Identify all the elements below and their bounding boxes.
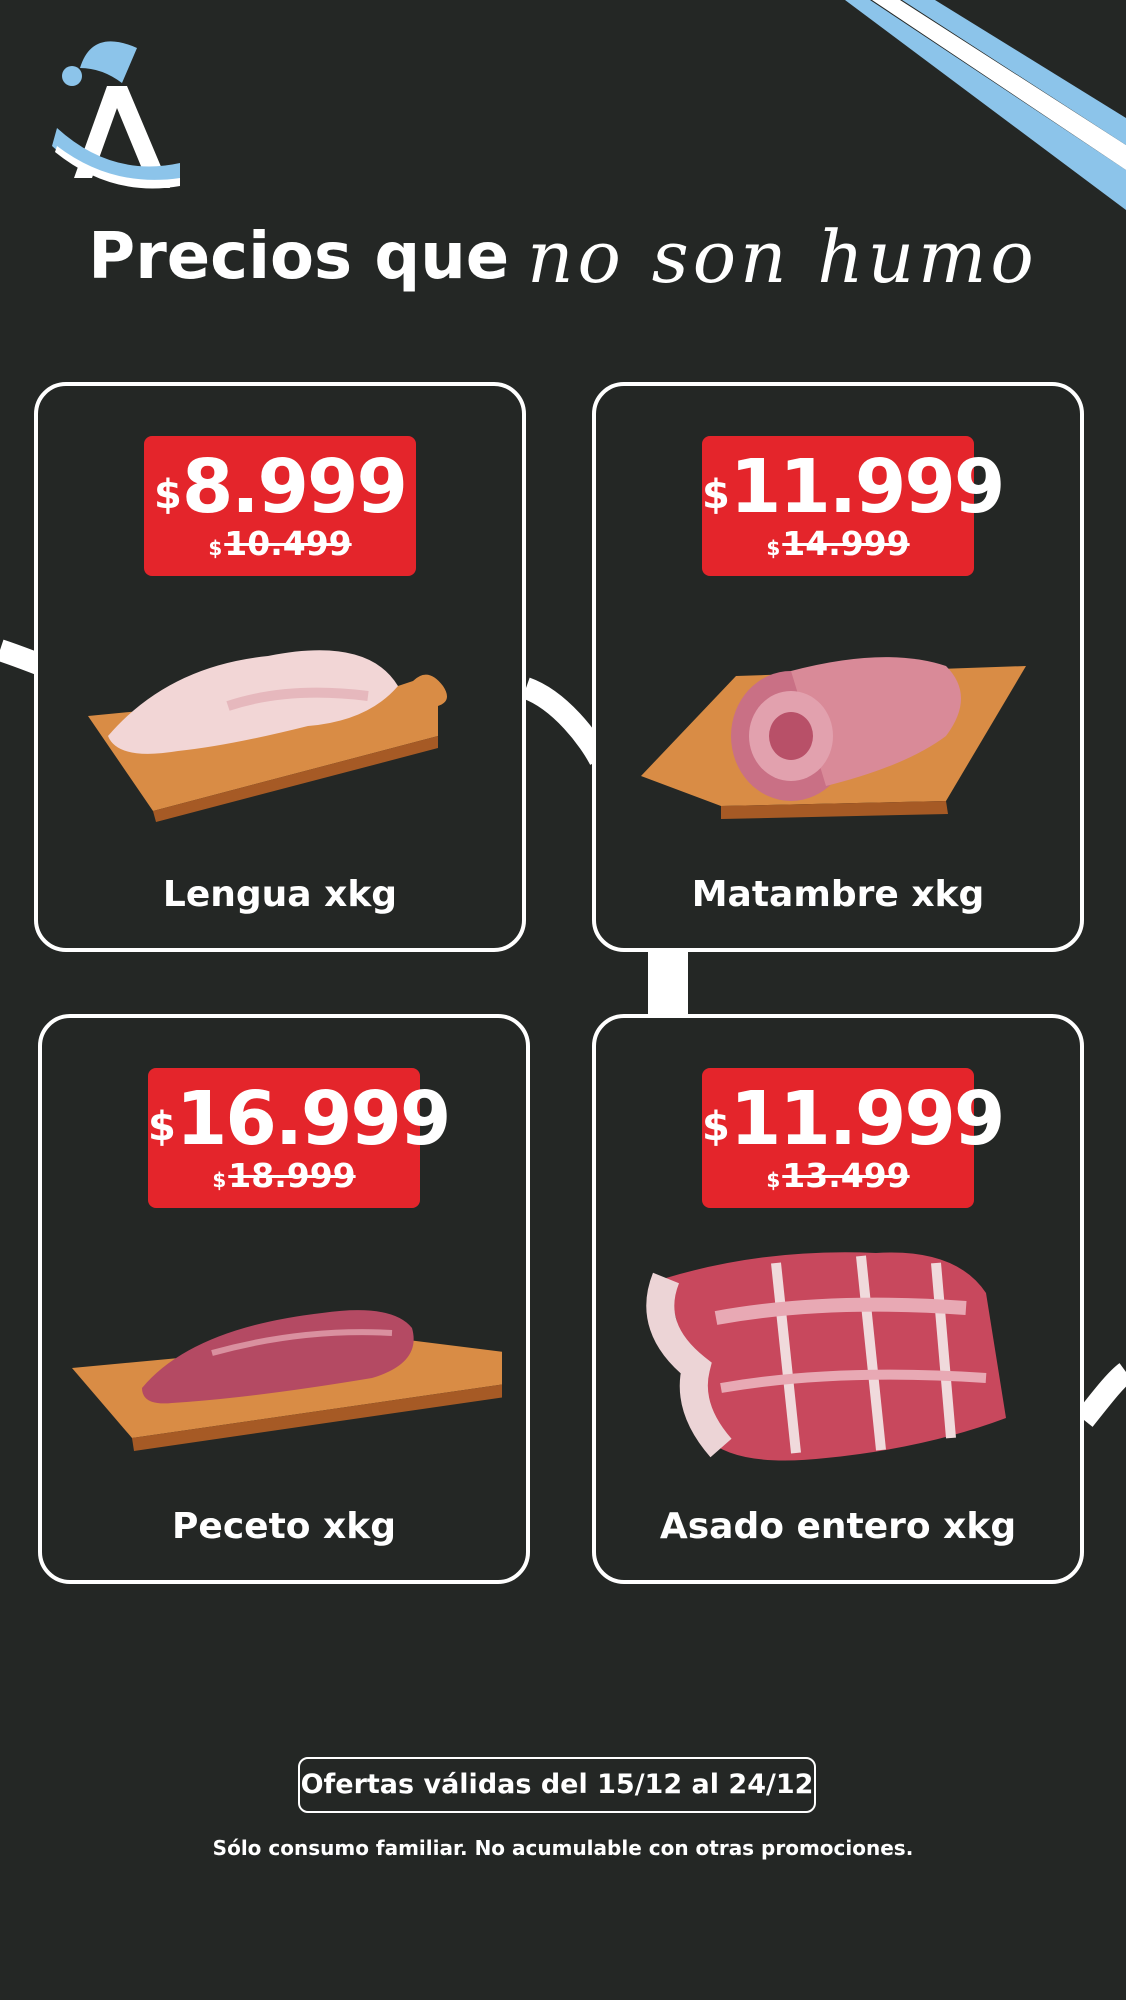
connector-line (1075, 1363, 1126, 1427)
product-name: Lengua xkg (162, 874, 398, 915)
previous-price: $14.999 (766, 524, 910, 563)
product-card[interactable]: $11.999 $14.999 Matambre xkg (592, 382, 1084, 952)
product-name: Asado entero xkg (659, 1506, 1017, 1547)
connector-line (648, 950, 688, 1018)
page-title: Precios que no son humo (0, 215, 1126, 299)
product-card[interactable]: $8.999 $10.499 Lengua xkg (34, 382, 526, 952)
title-script: no son humo (527, 215, 1038, 299)
asado-ribs-image (646, 1252, 1006, 1461)
connector-line (521, 677, 610, 766)
product-card[interactable]: $16.999 $18.999 Peceto xkg (38, 1014, 530, 1584)
beef-tongue-image (88, 650, 447, 822)
price-badge: $11.999 $13.499 (702, 1068, 1005, 1208)
peceto-cut-image (72, 1310, 502, 1451)
previous-price: $10.499 (208, 524, 352, 563)
title-plain: Precios que (88, 220, 510, 294)
background-decoration (0, 0, 1126, 1427)
rolled-matambre-image (641, 657, 1026, 819)
validity-badge: Ofertas válidas del 15/12 al 24/12 (298, 1757, 816, 1813)
price-badge: $11.999 $14.999 (702, 436, 1005, 576)
previous-price: $18.999 (212, 1156, 356, 1195)
flag-stripe-decoration (845, 0, 1126, 210)
product-name: Peceto xkg (172, 1506, 396, 1547)
product-card[interactable]: $11.999 $13.499 Asado entero xkg (592, 1014, 1084, 1584)
brand-logo-icon (52, 41, 180, 189)
price-badge: $8.999 $10.499 (144, 436, 416, 576)
product-name: Matambre xkg (691, 874, 985, 915)
disclaimer-text: Sólo consumo familiar. No acumulable con… (212, 1836, 914, 1860)
previous-price: $13.499 (766, 1156, 910, 1195)
price-badge: $16.999 $18.999 (148, 1068, 451, 1208)
